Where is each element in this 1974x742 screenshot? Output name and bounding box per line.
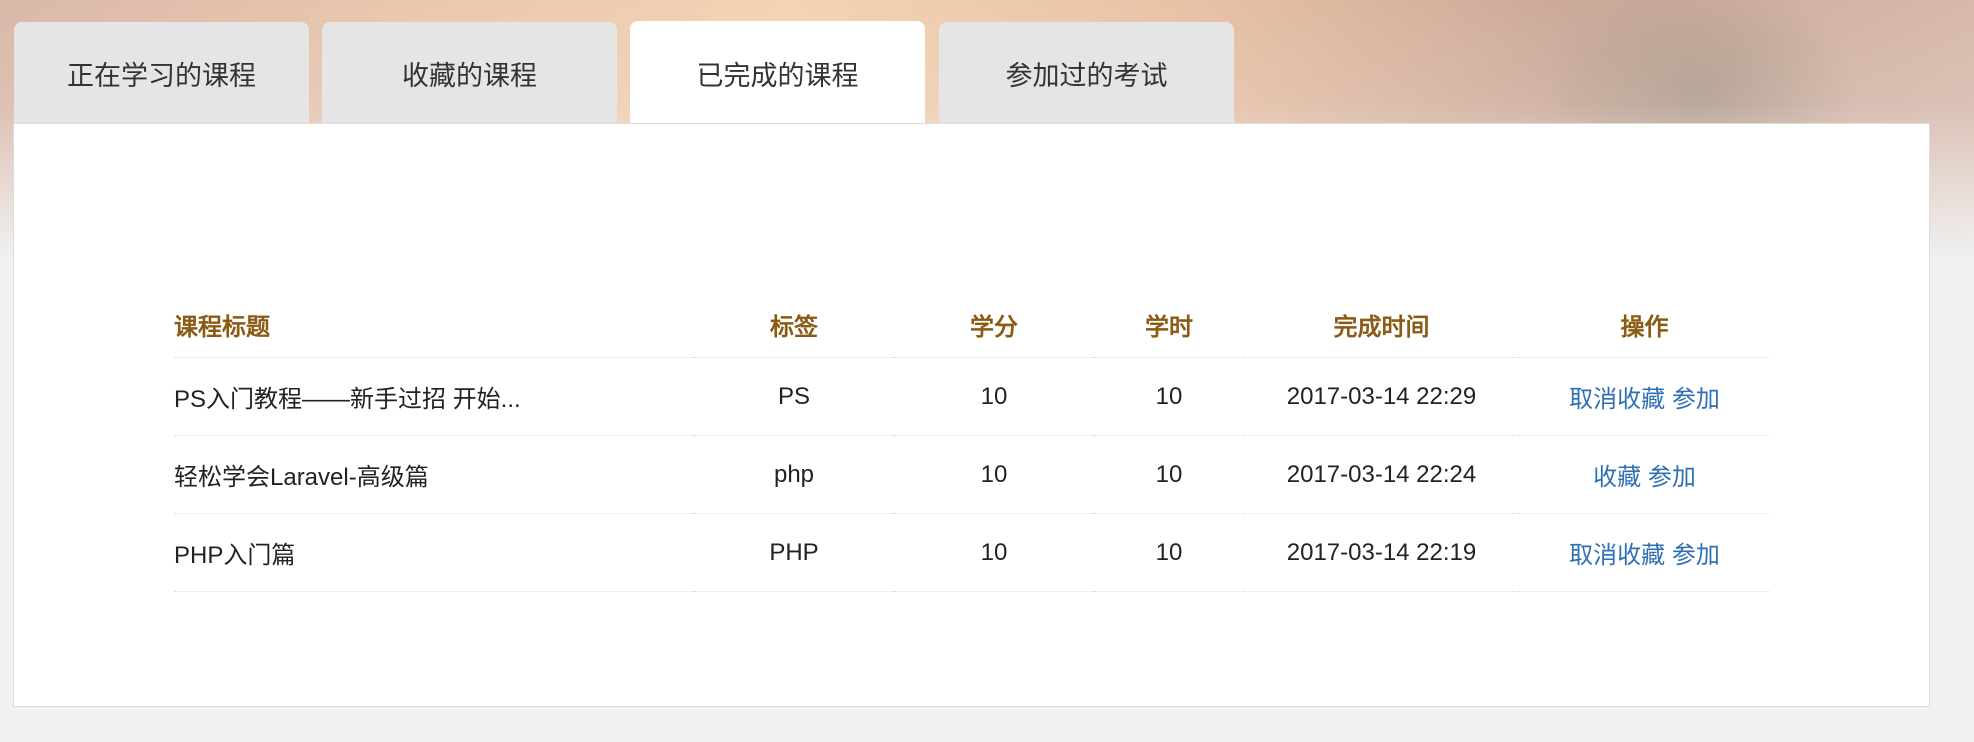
tab-completed-courses[interactable]: 已完成的课程 — [630, 21, 925, 125]
course-credit: 10 — [894, 435, 1094, 514]
content-panel: 课程标题 标签 学分 学时 完成时间 操作 PS入门教程——新手过招 开始...… — [13, 123, 1930, 707]
header-title: 课程标题 — [174, 291, 694, 358]
course-hours: 10 — [1094, 357, 1244, 436]
join-link[interactable]: 参加 — [1672, 386, 1720, 413]
header-hours: 学时 — [1094, 291, 1244, 358]
completed-courses-table: 课程标题 标签 学分 学时 完成时间 操作 PS入门教程——新手过招 开始...… — [174, 291, 1770, 592]
tab-favorite-courses[interactable]: 收藏的课程 — [322, 22, 617, 124]
table-row: PS入门教程——新手过招 开始... PS 10 10 2017-03-14 2… — [174, 357, 1770, 436]
course-hours: 10 — [1094, 435, 1244, 514]
header-credit: 学分 — [894, 291, 1094, 358]
course-credit: 10 — [894, 357, 1094, 436]
course-actions: 收藏 参加 — [1519, 435, 1770, 514]
join-link[interactable]: 参加 — [1672, 542, 1720, 569]
table-row: PHP入门篇 PHP 10 10 2017-03-14 22:19 取消收藏 参… — [174, 513, 1770, 592]
join-link[interactable]: 参加 — [1648, 464, 1696, 491]
course-tag: PS — [694, 357, 894, 436]
course-completed-time: 2017-03-14 22:24 — [1244, 435, 1519, 514]
course-hours: 10 — [1094, 513, 1244, 592]
course-credit: 10 — [894, 513, 1094, 592]
course-title: 轻松学会Laravel-高级篇 — [174, 435, 694, 514]
unfavorite-link[interactable]: 取消收藏 — [1569, 542, 1665, 569]
table-header-row: 课程标题 标签 学分 学时 完成时间 操作 — [174, 291, 1770, 358]
course-tag: PHP — [694, 513, 894, 592]
header-tag: 标签 — [694, 291, 894, 358]
tab-learning-courses[interactable]: 正在学习的课程 — [14, 22, 309, 124]
course-tag: php — [694, 435, 894, 514]
header-completed-time: 完成时间 — [1244, 291, 1519, 358]
course-title: PS入门教程——新手过招 开始... — [174, 357, 694, 436]
header-actions: 操作 — [1519, 291, 1770, 358]
course-actions: 取消收藏 参加 — [1519, 357, 1770, 436]
unfavorite-link[interactable]: 取消收藏 — [1569, 386, 1665, 413]
course-completed-time: 2017-03-14 22:29 — [1244, 357, 1519, 436]
table-row: 轻松学会Laravel-高级篇 php 10 10 2017-03-14 22:… — [174, 435, 1770, 514]
favorite-link[interactable]: 收藏 — [1593, 464, 1641, 491]
tab-taken-exams[interactable]: 参加过的考试 — [939, 22, 1234, 124]
course-actions: 取消收藏 参加 — [1519, 513, 1770, 592]
course-completed-time: 2017-03-14 22:19 — [1244, 513, 1519, 592]
course-title: PHP入门篇 — [174, 513, 694, 592]
